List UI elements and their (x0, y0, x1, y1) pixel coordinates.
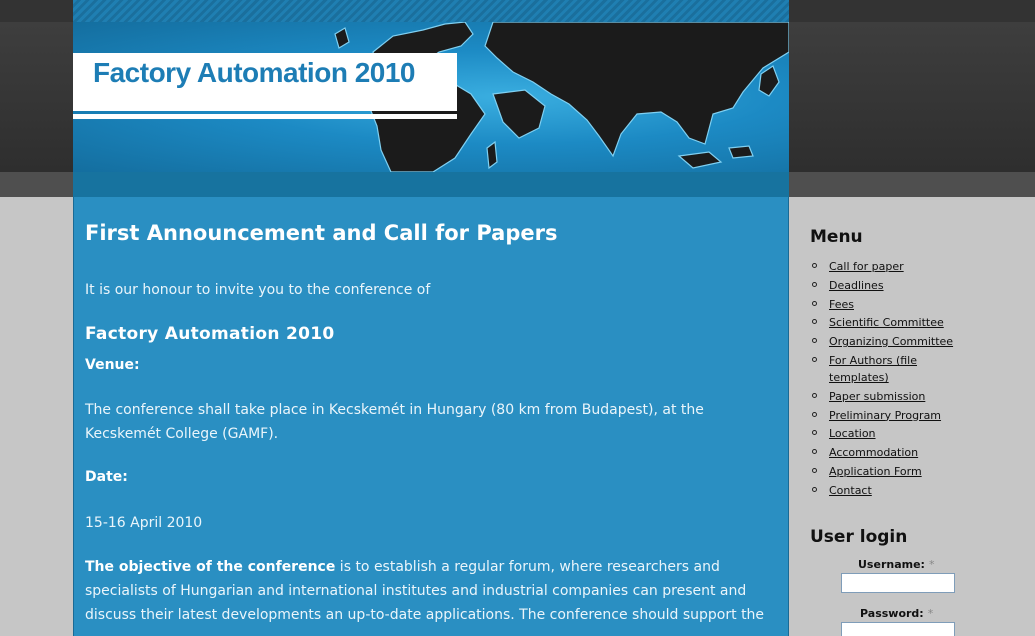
menu-link-for-authors[interactable]: For Authors (file templates) (829, 354, 917, 384)
main-content: First Announcement and Call for Papers I… (73, 197, 789, 636)
bullet-icon (812, 300, 817, 306)
username-label: Username: * (858, 558, 934, 571)
bullet-icon (812, 263, 817, 268)
bullet-icon (812, 449, 817, 455)
required-mark: * (927, 607, 934, 620)
bullet-icon (812, 467, 817, 473)
bullet-icon (812, 392, 817, 398)
password-input[interactable] (841, 622, 955, 636)
menu-item-call-for-paper: Call for paper (810, 258, 970, 275)
objective-lead: The objective of the conference (85, 559, 336, 575)
menu-list: Call for paper Deadlines Fees Scientific… (810, 258, 970, 501)
menu-link-contact[interactable]: Contact (829, 484, 872, 497)
menu-item-location: Location (810, 425, 970, 442)
username-label-text: Username: (858, 558, 925, 571)
page: Factory Automation 2010 First Announceme… (0, 0, 1035, 636)
venue-text: The conference shall take place in Kecsk… (85, 402, 704, 442)
menu-item-accommodation: Accommodation (810, 444, 970, 461)
site-title[interactable]: Factory Automation 2010 (93, 57, 415, 89)
menu-item-for-authors: For Authors (file templates) (810, 352, 970, 386)
user-login-title: User login (810, 527, 908, 547)
menu-link-paper-submission[interactable]: Paper submission (829, 390, 925, 403)
date-text: 15-16 April 2010 (85, 515, 203, 531)
menu-link-preliminary-program[interactable]: Preliminary Program (829, 409, 941, 422)
bullet-icon (812, 319, 817, 325)
username-input[interactable] (841, 573, 955, 593)
header-stripes (73, 0, 789, 22)
page-title: First Announcement and Call for Papers (85, 221, 558, 245)
menu-item-organizing-committee: Organizing Committee (810, 333, 970, 350)
bullet-icon (812, 338, 817, 344)
site-title-box: Factory Automation 2010 (73, 53, 457, 111)
menu-title: Menu (810, 227, 863, 247)
menu-link-location[interactable]: Location (829, 427, 876, 440)
required-mark: * (928, 558, 935, 571)
intro-text: It is our honour to invite you to the co… (85, 282, 431, 298)
venue-label: Venue: (85, 357, 140, 373)
password-label-text: Password: (860, 607, 924, 620)
bullet-icon (812, 411, 817, 417)
bullet-icon (812, 281, 817, 287)
bullet-icon (812, 430, 817, 436)
menu-item-preliminary-program: Preliminary Program (810, 407, 970, 424)
menu-item-application-form: Application Form (810, 463, 970, 480)
conference-name: Factory Automation 2010 (85, 324, 335, 344)
bullet-icon (812, 486, 817, 492)
header-band (73, 172, 789, 197)
title-underline (73, 114, 457, 119)
menu-link-scientific-committee[interactable]: Scientific Committee (829, 316, 944, 329)
sidebar: Menu Call for paper Deadlines Fees Scien… (789, 197, 1035, 636)
menu-link-deadlines[interactable]: Deadlines (829, 279, 884, 292)
menu-item-deadlines: Deadlines (810, 277, 970, 294)
date-label: Date: (85, 469, 128, 485)
header: Factory Automation 2010 (73, 0, 789, 197)
menu-item-scientific-committee: Scientific Committee (810, 314, 970, 331)
menu-link-organizing-committee[interactable]: Organizing Committee (829, 335, 953, 348)
bullet-icon (812, 356, 817, 362)
password-label: Password: * (860, 607, 933, 620)
menu-item-contact: Contact (810, 482, 970, 499)
menu-link-call-for-paper[interactable]: Call for paper (829, 260, 904, 273)
menu-link-application-form[interactable]: Application Form (829, 465, 922, 478)
objective-paragraph: The objective of the conference is to es… (85, 555, 775, 627)
menu-item-fees: Fees (810, 296, 970, 313)
menu-item-paper-submission: Paper submission (810, 388, 970, 405)
menu-link-accommodation[interactable]: Accommodation (829, 446, 918, 459)
menu-link-fees[interactable]: Fees (829, 298, 854, 311)
